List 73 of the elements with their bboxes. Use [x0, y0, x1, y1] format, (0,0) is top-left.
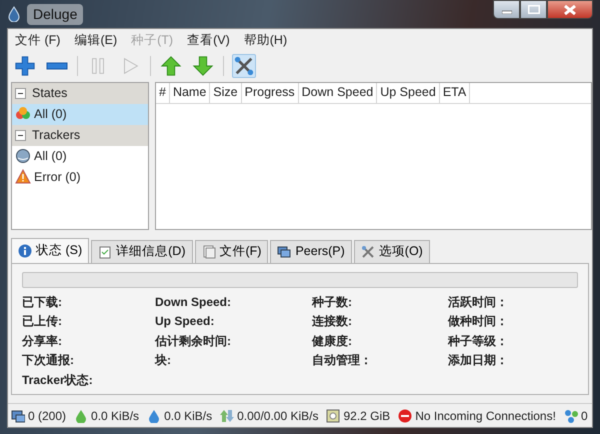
tab[interactable]: 状态 (S) — [11, 238, 90, 263]
sidebar-item[interactable]: All (0) — [12, 146, 148, 167]
download-icon — [74, 408, 88, 422]
upload-icon — [147, 408, 162, 422]
info-icon — [18, 244, 32, 258]
add-button[interactable] — [13, 54, 37, 78]
tab[interactable]: 文件(F) — [194, 240, 268, 263]
network-icon — [564, 408, 578, 422]
tab[interactable]: 详细信息(D) — [91, 240, 192, 263]
column-header[interactable]: Down Speed — [298, 82, 378, 103]
up-arrow-button[interactable] — [159, 54, 183, 78]
field-label: 分享率: — [22, 332, 63, 350]
close-icon — [564, 4, 576, 14]
maximize-button[interactable] — [520, 0, 547, 19]
maximize-icon — [528, 5, 540, 14]
field-label: 估计剩余时间: — [155, 332, 232, 350]
menu-item[interactable]: 编辑(E) — [72, 31, 120, 50]
add-icon — [14, 54, 36, 78]
field-label: Down Speed: — [155, 294, 232, 311]
minimize-button[interactable] — [493, 0, 520, 19]
field-label: Up Speed: — [155, 313, 216, 330]
globe-icon — [15, 148, 31, 164]
menu-item[interactable]: 帮助(H) — [242, 31, 290, 50]
field-label: 健康度: — [312, 332, 353, 350]
tools-button[interactable] — [232, 54, 256, 78]
close-button[interactable] — [547, 0, 593, 19]
field-label: 种子等级： — [448, 332, 509, 350]
field-label: 自动管理： — [312, 352, 373, 370]
field-label: 种子数: — [312, 294, 353, 311]
field-label: 活跃时间： — [448, 294, 509, 311]
transfer-icon — [220, 408, 234, 422]
field-label: 做种时间： — [448, 313, 509, 330]
field-label: 已上传: — [22, 313, 63, 330]
column-header[interactable]: Name — [170, 82, 210, 103]
blocked-icon — [398, 408, 412, 422]
field-label: 连接数: — [312, 313, 353, 330]
column-header[interactable]: Size — [210, 82, 242, 103]
menu-item[interactable]: 文件 (F) — [13, 31, 62, 50]
field-label: 添加日期： — [448, 352, 509, 370]
status-text: 0.0 KiB/s — [91, 408, 140, 424]
collapse-toggle[interactable] — [15, 88, 26, 99]
column-header[interactable]: Progress — [242, 82, 299, 103]
app-icon — [7, 6, 21, 22]
up-arrow-icon — [160, 54, 182, 78]
remove-icon — [46, 62, 68, 70]
status-text: 0.00/0.00 KiB/s — [237, 408, 318, 424]
column-header[interactable]: # — [156, 82, 170, 103]
field-label: 块: — [155, 352, 172, 370]
tab[interactable]: 选项(O) — [354, 240, 430, 263]
status-text: 92.2 GiB — [343, 408, 390, 424]
monitors-icon — [277, 244, 292, 259]
status-text: 0.0 KiB/s — [164, 408, 212, 424]
status-text: No Incoming Connections! — [415, 408, 556, 424]
sidebar-item[interactable]: All (0) — [12, 104, 148, 125]
down-arrow-button[interactable] — [191, 54, 215, 78]
field-label: Tracker状态: — [22, 372, 94, 389]
status-text: 0 (200) — [28, 408, 66, 424]
status-text: 0 — [580, 408, 588, 424]
file-icon — [202, 244, 216, 259]
field-label: 已下载: — [22, 294, 63, 311]
warning-icon — [15, 169, 31, 186]
menu-item[interactable]: 查看(V) — [185, 31, 232, 50]
collapse-toggle[interactable] — [15, 130, 26, 141]
monitors-icon — [11, 408, 25, 422]
window-title: Deluge — [27, 4, 84, 24]
down-arrow-icon — [192, 54, 214, 78]
tab[interactable]: Peers(P) — [270, 240, 352, 263]
clipboard-icon — [98, 244, 112, 259]
column-header[interactable]: Up Speed — [377, 82, 440, 103]
tools-icon — [360, 244, 375, 259]
field-label: 下次通报: — [22, 352, 75, 370]
column-header[interactable]: ETA — [440, 82, 470, 103]
sidebar-item[interactable]: Error (0) — [12, 166, 148, 188]
